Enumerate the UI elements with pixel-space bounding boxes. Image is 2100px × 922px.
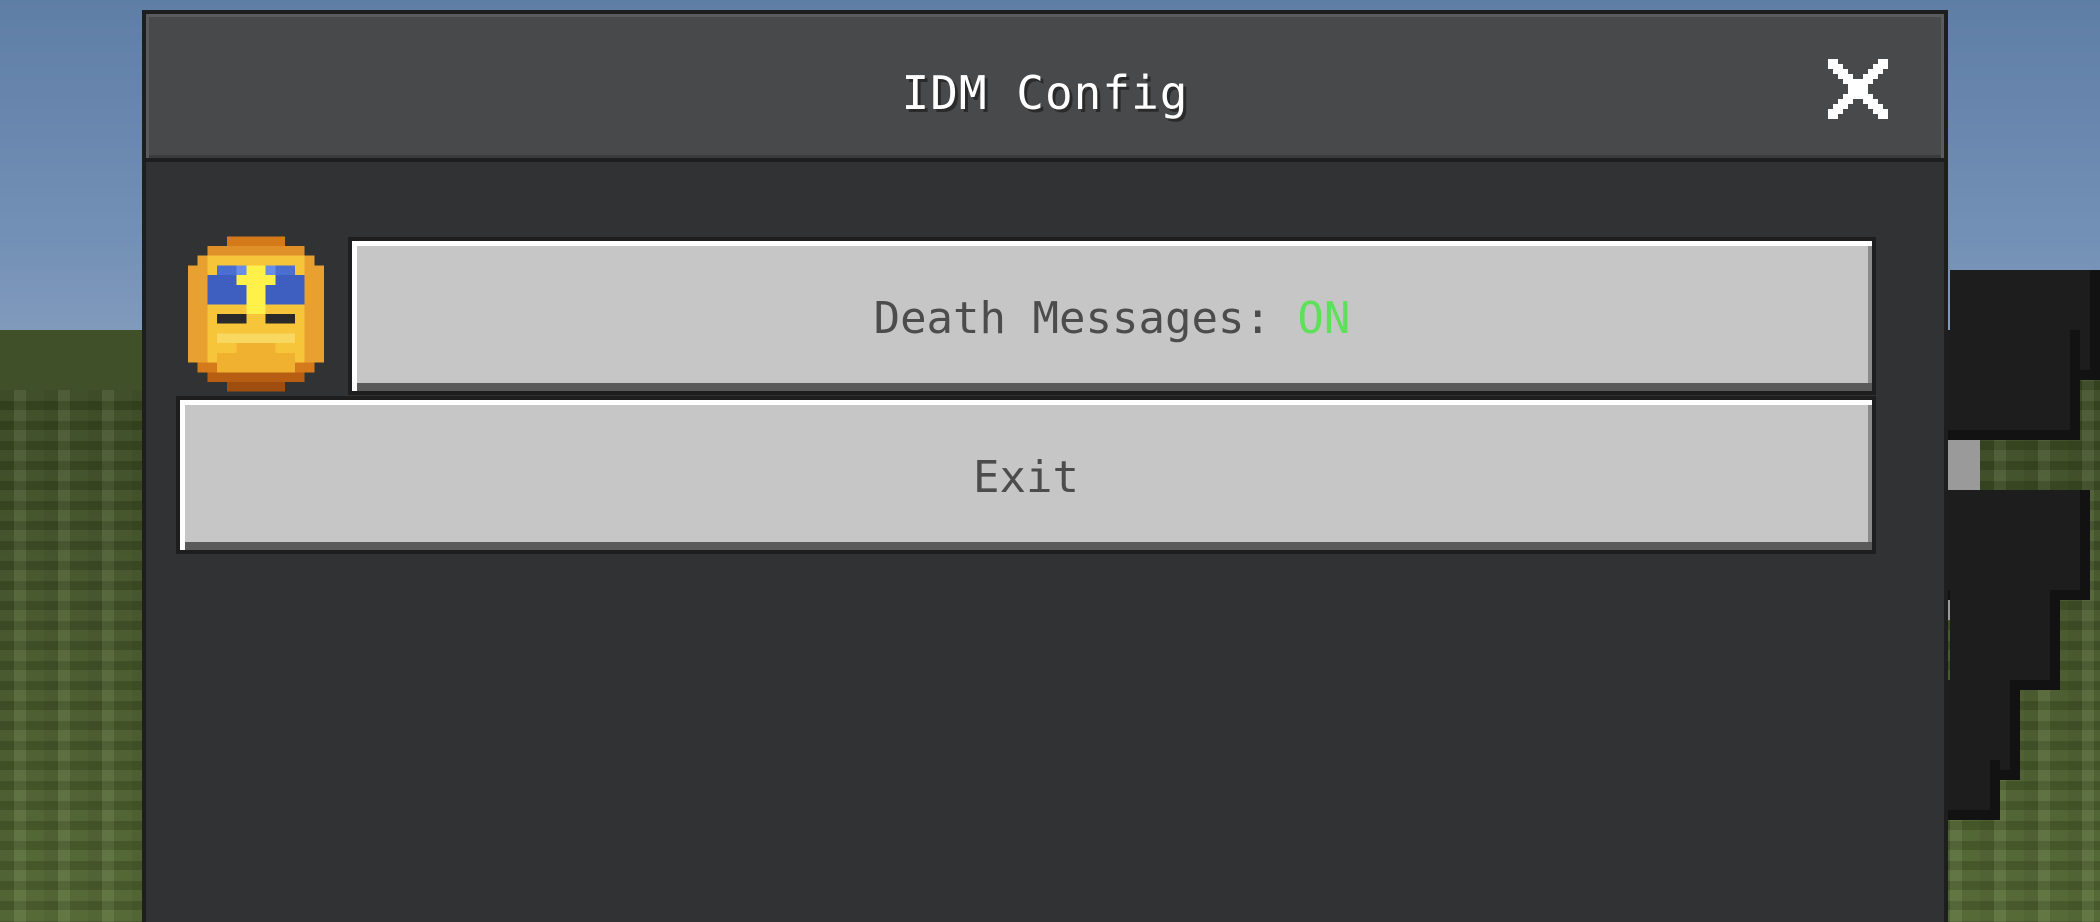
golden-totem-face-icon bbox=[188, 236, 324, 392]
grass-horizon bbox=[0, 330, 150, 390]
dialog-title: IDM Config bbox=[901, 66, 1189, 120]
death-messages-toggle-button[interactable]: Death Messages: ON bbox=[348, 237, 1876, 395]
dialog-content: Death Messages: ON Exit bbox=[146, 162, 1944, 922]
close-icon bbox=[1828, 59, 1888, 119]
exit-button[interactable]: Exit bbox=[176, 396, 1876, 554]
death-messages-text: Death Messages: ON bbox=[352, 293, 1872, 344]
exit-label: Exit bbox=[973, 452, 1079, 503]
death-messages-value: ON bbox=[1297, 293, 1351, 344]
death-messages-label: Death Messages: bbox=[873, 293, 1298, 344]
close-button[interactable] bbox=[1828, 59, 1888, 119]
mob-figure bbox=[1940, 270, 2100, 830]
config-dialog: IDM Config Death Messages: ON Exit bbox=[142, 10, 1948, 922]
dialog-titlebar: IDM Config bbox=[146, 14, 1944, 162]
